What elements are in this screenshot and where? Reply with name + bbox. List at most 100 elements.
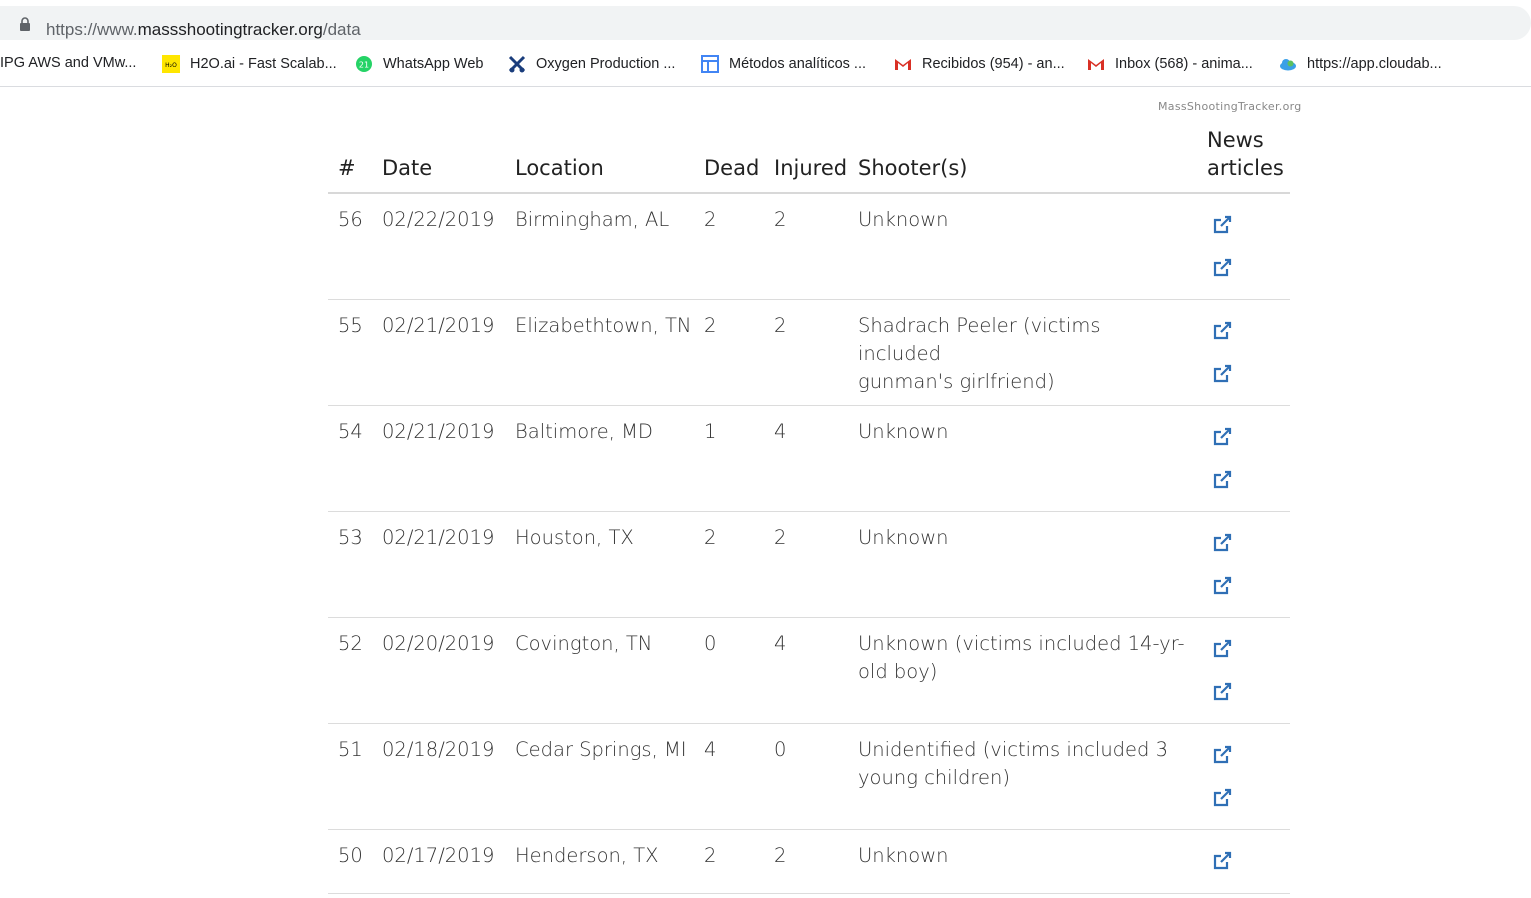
cell-dead: 4 (704, 738, 717, 761)
bookmark-h2o[interactable]: H₂O H2O.ai - Fast Scalab... (162, 55, 337, 73)
cell-dead: 2 (704, 844, 717, 867)
cell-shooter: Unknown (858, 524, 1188, 552)
cell-injured: 0 (774, 738, 787, 761)
bookmark-metodos[interactable]: Métodos analíticos ... (701, 55, 866, 73)
shooter-line-2: young children) (858, 766, 1010, 789)
external-link-icon[interactable] (1211, 363, 1233, 385)
cell-date: 02/21/2019 (382, 314, 495, 337)
cell-location: Birmingham, AL (515, 208, 670, 231)
shooter-line-1: Unknown (858, 420, 949, 443)
cell-injured: 2 (774, 526, 787, 549)
url-domain: massshootingtracker.org (137, 20, 323, 39)
bookmark-inbox[interactable]: Inbox (568) - anima... (1087, 55, 1253, 73)
bookmark-cloudab[interactable]: https://app.cloudab... (1279, 55, 1442, 73)
table-row: 53 02/21/2019 Houston, TX 2 2 Unknown (328, 512, 1290, 618)
shooter-line-1: Unknown (858, 844, 949, 867)
cell-date: 02/20/2019 (382, 632, 495, 655)
gmail-icon (1088, 59, 1104, 70)
external-link-icon[interactable] (1211, 426, 1233, 448)
external-link-icon[interactable] (1211, 575, 1233, 597)
cell-shooter: Unknown (858, 206, 1188, 234)
cell-date: 02/17/2019 (382, 844, 495, 867)
external-link-icon[interactable] (1211, 850, 1233, 872)
header-num: # (338, 156, 356, 180)
cell-num: 53 (338, 526, 363, 549)
external-link-icon[interactable] (1211, 787, 1233, 809)
header-date: Date (382, 156, 433, 180)
cell-location: Cedar Springs, MI (515, 738, 687, 761)
bookmarks-bar: IPG AWS and VMw... H₂O H2O.ai - Fast Sca… (0, 42, 1531, 87)
bookmark-recibidos[interactable]: Recibidos (954) - an... (894, 55, 1065, 73)
header-dead: Dead (704, 156, 760, 180)
cell-dead: 0 (704, 632, 717, 655)
url-text[interactable]: https://www.massshootingtracker.org/data (46, 20, 361, 40)
shootings-table: # Date Location Dead Injured Shooter(s) … (328, 124, 1290, 894)
header-shooter: Shooter(s) (858, 156, 968, 180)
lock-icon (20, 17, 30, 31)
bookmark-whatsapp[interactable]: 21 WhatsApp Web (355, 55, 483, 73)
cell-date: 02/21/2019 (382, 526, 495, 549)
table-header: # Date Location Dead Injured Shooter(s) … (328, 124, 1290, 194)
cell-shooter: Unidentified (victims included 3 young ch… (858, 736, 1188, 792)
bookmark-oxygen[interactable]: Oxygen Production ... (508, 55, 675, 73)
header-news-line1: News (1207, 128, 1264, 152)
cell-location: Houston, TX (515, 526, 634, 549)
bookmark-label: Recibidos (954) - an... (922, 56, 1065, 72)
external-link-icon[interactable] (1211, 744, 1233, 766)
external-link-icon[interactable] (1211, 214, 1233, 236)
table-row: 56 02/22/2019 Birmingham, AL 2 2 Unknown (328, 194, 1290, 300)
bookmark-label: Oxygen Production ... (536, 56, 676, 72)
cell-injured: 4 (774, 632, 787, 655)
shooter-line-1: Unknown (victims included 14-yr- (858, 632, 1185, 655)
cell-injured: 2 (774, 844, 787, 867)
table-body: 56 02/22/2019 Birmingham, AL 2 2 Unknown 55 02/… (328, 194, 1290, 894)
cell-injured: 2 (774, 314, 787, 337)
svg-text:H₂O: H₂O (165, 62, 177, 69)
header-injured: Injured (774, 156, 848, 180)
cell-dead: 2 (704, 526, 717, 549)
table-row: 52 02/20/2019 Covington, TN 0 4 Unknown (vict… (328, 618, 1290, 724)
docs-icon (701, 55, 719, 73)
external-link-icon[interactable] (1211, 638, 1233, 660)
external-link-icon[interactable] (1211, 532, 1233, 554)
cell-num: 54 (338, 420, 363, 443)
cell-date: 02/22/2019 (382, 208, 495, 231)
whatsapp-icon: 21 (356, 56, 372, 72)
site-brand[interactable]: MassShootingTracker.org (1158, 100, 1302, 113)
cell-injured: 2 (774, 208, 787, 231)
bookmark-label: Métodos analíticos ... (729, 56, 867, 72)
cell-date: 02/21/2019 (382, 420, 495, 443)
header-location: Location (515, 156, 604, 180)
cell-num: 50 (338, 844, 363, 867)
shooter-line-1: Unknown (858, 526, 949, 549)
shooter-line-2: old boy) (858, 660, 938, 683)
shooter-line-1: Unidentified (victims included 3 (858, 738, 1169, 761)
table-row: 54 02/21/2019 Baltimore, MD 1 4 Unknown (328, 406, 1290, 512)
cell-dead: 1 (704, 420, 717, 443)
address-bar[interactable]: https://www.massshootingtracker.org/data (0, 6, 1531, 40)
oxygen-icon (508, 55, 526, 73)
cell-location: Baltimore, MD (515, 420, 653, 443)
external-link-icon[interactable] (1211, 681, 1233, 703)
bookmark-label: IPG AWS and VMw... (0, 55, 137, 71)
bookmark-ipg-aws[interactable]: IPG AWS and VMw... (0, 55, 136, 71)
external-link-icon[interactable] (1211, 257, 1233, 279)
shooter-line-2: gunman's girlfriend) (858, 370, 1055, 393)
shooter-line-1: Unknown (858, 208, 949, 231)
external-link-icon[interactable] (1211, 320, 1233, 342)
cell-num: 51 (338, 738, 363, 761)
table-row: 50 02/17/2019 Henderson, TX 2 2 Unknown (328, 830, 1290, 894)
url-prefix: https://www. (46, 20, 138, 39)
address-bar-row: https://www.massshootingtracker.org/data (0, 0, 1531, 42)
external-link-icon[interactable] (1211, 469, 1233, 491)
gmail-icon (895, 59, 911, 70)
cell-num: 52 (338, 632, 363, 655)
header-news-line2: articles (1207, 156, 1284, 180)
bookmark-label: Inbox (568) - anima... (1115, 56, 1253, 72)
h2o-icon: H₂O (162, 55, 180, 73)
cell-location: Henderson, TX (515, 844, 659, 867)
table-row: 55 02/21/2019 Elizabethtown, TN 2 2 Shadrach … (328, 300, 1290, 406)
cell-num: 55 (338, 314, 363, 337)
cell-date: 02/18/2019 (382, 738, 495, 761)
shooter-line-1: Shadrach Peeler (victims included (858, 314, 1101, 365)
